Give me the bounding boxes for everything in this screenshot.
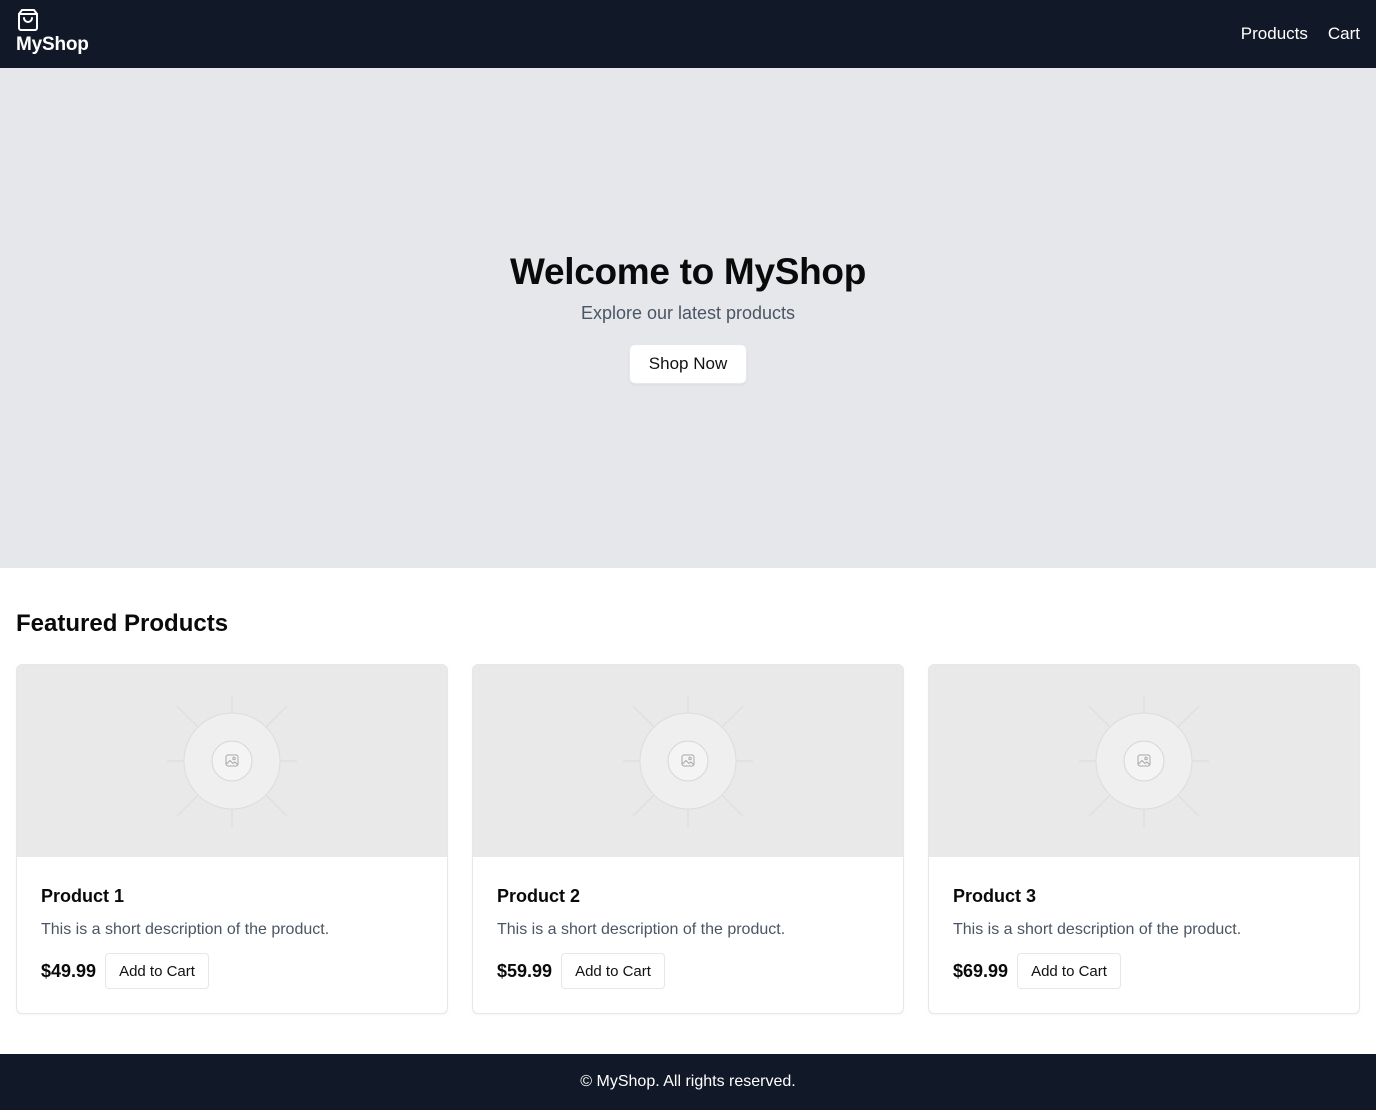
copyright-text: © MyShop. All rights reserved. — [580, 1073, 796, 1090]
nav-link-cart[interactable]: Cart — [1328, 22, 1360, 46]
image-placeholder-icon — [1079, 695, 1209, 827]
product-price: $59.99 — [497, 961, 553, 981]
add-to-cart-button[interactable]: Add to Cart — [105, 953, 209, 989]
product-description: This is a short description of the produ… — [41, 921, 330, 938]
shop-now-button[interactable]: Shop Now — [629, 344, 747, 384]
product-name: Product 3 — [953, 886, 1037, 906]
site-header: MyShop Products Cart — [0, 0, 1376, 68]
image-placeholder-icon — [623, 695, 753, 827]
product-price: $69.99 — [953, 961, 1009, 981]
product-image — [473, 665, 903, 857]
product-description: This is a short description of the produ… — [497, 921, 786, 938]
featured-products-heading: Featured Products — [16, 610, 229, 637]
product-card: Product 2 This is a short description of… — [472, 664, 904, 1014]
image-placeholder-icon — [167, 695, 297, 827]
nav-link-products[interactable]: Products — [1241, 22, 1308, 46]
brand-logo-link[interactable]: MyShop — [16, 8, 89, 56]
add-to-cart-button[interactable]: Add to Cart — [561, 953, 665, 989]
brand-name: MyShop — [16, 34, 89, 55]
shopping-bag-icon — [16, 8, 89, 32]
hero-banner: Welcome to MyShop Explore our latest pro… — [0, 68, 1376, 568]
main-nav: Products Cart — [1241, 22, 1360, 46]
product-image — [929, 665, 1359, 857]
product-card: Product 1 This is a short description of… — [16, 664, 448, 1014]
hero-title: Welcome to MyShop — [509, 251, 867, 292]
product-price: $49.99 — [41, 961, 97, 981]
product-description: This is a short description of the produ… — [953, 921, 1242, 938]
product-image — [17, 665, 447, 857]
add-to-cart-button[interactable]: Add to Cart — [1017, 953, 1121, 989]
product-name: Product 1 — [41, 886, 125, 906]
product-name: Product 2 — [497, 886, 581, 906]
hero-subtitle: Explore our latest products — [580, 303, 796, 323]
product-card: Product 3 This is a short description of… — [928, 664, 1360, 1014]
site-footer: © MyShop. All rights reserved. — [0, 1054, 1376, 1110]
